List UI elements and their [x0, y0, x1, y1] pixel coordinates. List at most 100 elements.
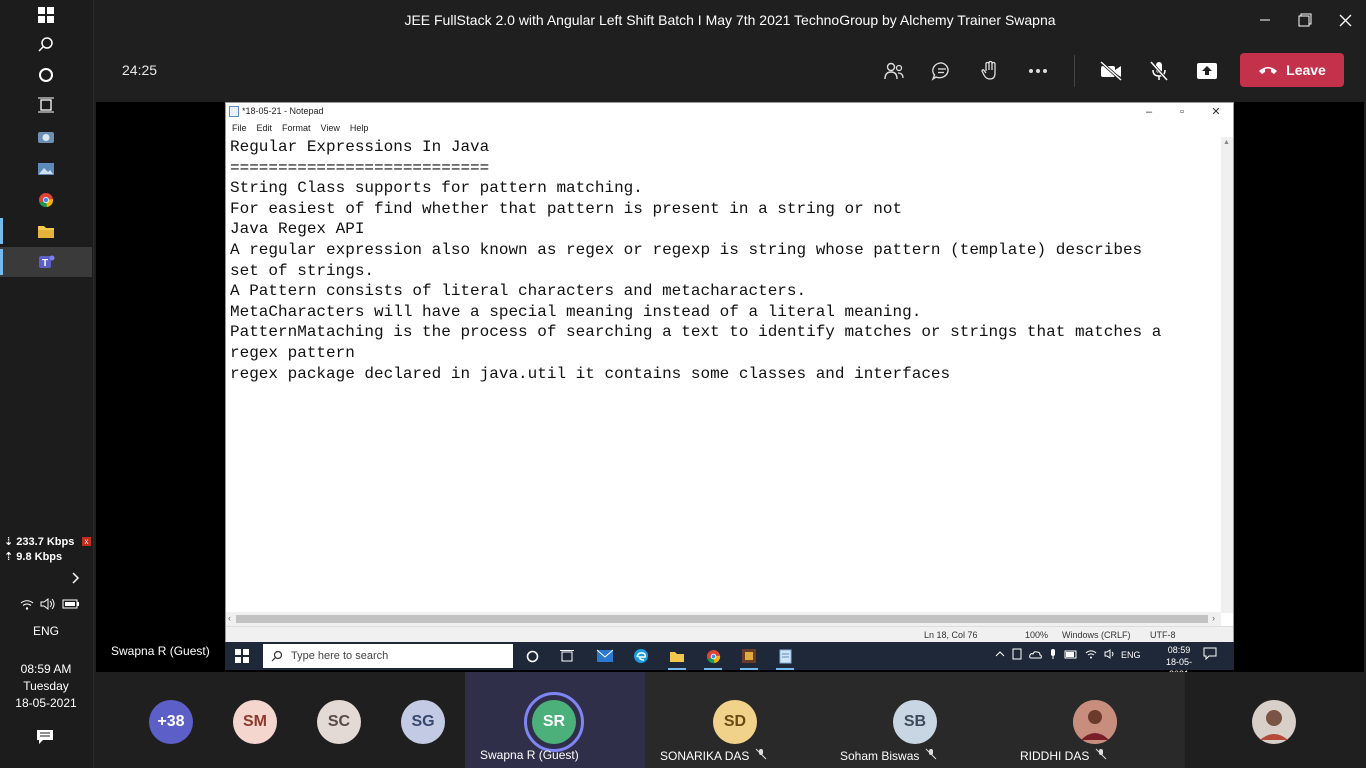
volume-icon[interactable] — [1104, 649, 1117, 659]
text-line: For easiest of find whether that pattern… — [230, 199, 903, 218]
participants-icon — [884, 62, 904, 80]
participant-tile[interactable] — [1252, 672, 1296, 768]
shared-file-explorer-app[interactable] — [666, 646, 688, 670]
input-language[interactable]: ENG — [0, 624, 92, 638]
close-button[interactable] — [1333, 8, 1357, 32]
hang-up-icon — [1259, 67, 1278, 74]
shared-clock-time: 08:59 — [1167, 645, 1191, 655]
tray-chevron-up-icon[interactable] — [995, 650, 1005, 658]
shared-chrome-app[interactable] — [702, 646, 724, 670]
participant-tile[interactable]: RIDDHI DAS — [1005, 672, 1185, 768]
shared-mail-app[interactable] — [594, 646, 616, 666]
scroll-up-arrow-icon[interactable]: ▲ — [1223, 139, 1230, 146]
clock-date: 18-05-2021 — [15, 696, 77, 710]
avatar-photo — [1073, 700, 1117, 744]
meeting-timer: 24:25 — [122, 62, 158, 78]
chat-button[interactable] — [926, 56, 958, 86]
participant-tile[interactable]: SD SONARIKA DAS — [645, 672, 825, 768]
share-screen-button[interactable] — [1191, 56, 1223, 86]
notepad-horizontal-scrollbar[interactable]: ‹ › — [226, 612, 1221, 626]
participant-tile-active-speaker[interactable]: SR Swapna R (Guest) — [465, 672, 645, 768]
menu-file[interactable]: File — [232, 121, 247, 136]
participant-tile[interactable]: SC — [317, 672, 361, 768]
notepad-text-area[interactable]: Regular Expressions In Java =============… — [230, 137, 1222, 614]
tray-expand-chevron-icon[interactable] — [68, 570, 84, 586]
menu-view[interactable]: View — [321, 121, 340, 136]
camera-app-icon — [38, 132, 54, 143]
cortana-button[interactable] — [0, 60, 92, 90]
shared-edge-app[interactable] — [630, 646, 652, 666]
edge-icon — [634, 649, 648, 663]
notepad-maximize-button[interactable]: ▫ — [1173, 104, 1191, 120]
close-icon — [1339, 14, 1351, 26]
camera-toggle-button[interactable] — [1095, 56, 1127, 86]
notepad-close-button[interactable]: ✕ — [1207, 104, 1225, 120]
notepad-title-bar: *18-05-21 - Notepad – ▫ ✕ — [226, 103, 1233, 121]
more-options-button[interactable] — [1022, 56, 1054, 86]
avatar-photo — [1252, 700, 1296, 744]
onedrive-icon[interactable] — [1029, 650, 1042, 659]
notification-center-icon[interactable] — [36, 729, 56, 747]
close-icon: ✕ — [1211, 106, 1221, 118]
participant-tile[interactable]: SB Soham Biswas — [825, 672, 1005, 768]
taskbar-app-teams[interactable]: T — [0, 247, 92, 277]
tray-app-icon[interactable] — [1012, 648, 1022, 660]
menu-edit[interactable]: Edit — [257, 121, 273, 136]
participant-tile[interactable]: SG — [401, 672, 445, 768]
task-view-button[interactable] — [0, 90, 92, 120]
scroll-right-arrow-icon[interactable]: › — [1212, 613, 1215, 623]
overflow-participants-button[interactable]: +38 — [149, 672, 193, 768]
net-down-speed: 233.7 Kbps — [16, 536, 75, 548]
notepad-app-icon — [229, 106, 239, 117]
raise-hand-button[interactable] — [974, 56, 1006, 86]
folder-icon — [38, 225, 54, 238]
shared-input-language[interactable]: ENG — [1121, 650, 1141, 660]
horizontal-scroll-thumb[interactable] — [236, 615, 1208, 623]
avatar: SM — [233, 700, 277, 744]
shared-search-box[interactable]: Type here to search — [263, 644, 513, 668]
shared-notification-icon[interactable] — [1203, 647, 1219, 663]
net-meter-close-button[interactable]: x — [82, 537, 91, 546]
taskbar-search-button[interactable] — [0, 30, 92, 60]
taskbar-app-file-explorer[interactable] — [0, 216, 92, 246]
taskbar-clock[interactable]: 08:59 AM Tuesday 18-05-2021 — [0, 661, 92, 712]
notepad-status-bar: Ln 18, Col 76 100% Windows (CRLF) UTF-8 — [226, 626, 1233, 642]
scroll-left-arrow-icon[interactable]: ‹ — [228, 613, 231, 623]
menu-format[interactable]: Format — [282, 121, 311, 136]
shared-notepad-app[interactable] — [774, 646, 796, 670]
person-photo-icon — [1073, 700, 1117, 744]
photos-app-icon — [38, 163, 54, 175]
restore-button[interactable] — [1293, 8, 1317, 32]
meeting-toolbar: 24:25 Leave — [94, 40, 1366, 102]
wifi-icon[interactable] — [20, 598, 34, 610]
wifi-icon[interactable] — [1085, 649, 1097, 659]
shared-cortana-button[interactable] — [521, 646, 543, 666]
notepad-vertical-scrollbar[interactable]: ▲ — [1221, 137, 1233, 613]
avatar: SD — [713, 700, 757, 744]
battery-icon[interactable] — [62, 598, 80, 610]
text-line: =========================== — [230, 158, 490, 177]
taskbar-app-camera[interactable] — [0, 122, 92, 152]
raise-hand-icon — [981, 60, 996, 80]
mic-toggle-button[interactable] — [1143, 56, 1175, 86]
battery-icon[interactable] — [1064, 650, 1078, 659]
participant-tile[interactable]: SM — [233, 672, 277, 768]
toolbar-divider — [1074, 55, 1075, 87]
minimize-button[interactable] — [1253, 8, 1277, 32]
menu-help[interactable]: Help — [350, 121, 369, 136]
shared-task-view-button[interactable] — [556, 646, 578, 666]
taskbar-app-photos[interactable] — [0, 154, 92, 184]
participants-button[interactable] — [878, 56, 910, 86]
volume-icon[interactable] — [40, 598, 56, 610]
start-button[interactable] — [0, 0, 92, 30]
clock-day: Tuesday — [23, 679, 69, 693]
shared-start-button[interactable] — [231, 646, 253, 666]
taskbar-app-chrome[interactable] — [0, 185, 92, 215]
text-line: A Pattern consists of literal characters… — [230, 282, 807, 301]
leave-button[interactable]: Leave — [1240, 53, 1344, 87]
microphone-icon[interactable] — [1049, 648, 1057, 660]
notepad-minimize-button[interactable]: – — [1140, 104, 1158, 120]
more-icon — [1029, 69, 1047, 73]
muted-mic-icon — [1095, 748, 1107, 763]
shared-app-pinned[interactable] — [738, 646, 760, 670]
